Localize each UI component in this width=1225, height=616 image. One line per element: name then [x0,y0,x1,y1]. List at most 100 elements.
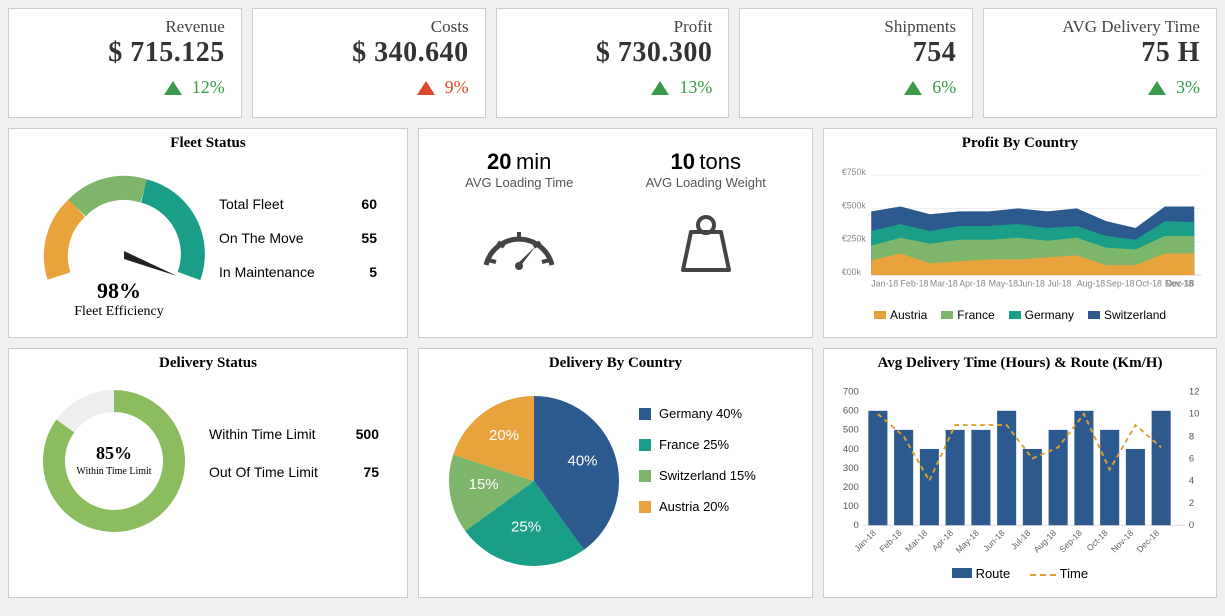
svg-text:€750k: €750k [842,167,867,177]
delivery-by-country-card: Delivery By Country 40% 25% 15% 20% Germany… [418,348,813,598]
bottom-row: Delivery Status 85% Within Time Limit Wi… [8,348,1217,598]
svg-text:Jun-18: Jun-18 [1018,279,1045,289]
avg-loading-weight: 10 tons AVG Loading Weight [646,149,766,285]
kpi-shipments: Shipments 754 6% [739,8,973,118]
kpi-value: 754 [756,37,956,69]
svg-text:Apr-18: Apr-18 [959,279,986,289]
card-title: Delivery Status [19,355,397,372]
svg-text:May-18: May-18 [954,528,981,555]
svg-text:15%: 15% [469,476,499,493]
avg-loading-time: 20 min AVG Loading Time [465,149,573,285]
svg-text:Jun-18: Jun-18 [981,528,1007,554]
svg-text:40%: 40% [567,452,597,469]
kpi-costs: Costs $ 340.640 9% [252,8,486,118]
svg-text:700: 700 [843,387,859,398]
svg-text:Oct-18: Oct-18 [1136,279,1163,289]
pie-legend: Germany 40%France 25%Switzerland 15%Aust… [639,376,802,576]
kpi-label: Shipments [756,17,956,37]
svg-text:12: 12 [1189,387,1200,398]
gauge-caption: Fleet Efficiency [19,304,219,320]
gauge-percent: 98% [19,278,219,304]
svg-text:10: 10 [1189,409,1200,420]
svg-text:4: 4 [1189,475,1195,486]
up-icon [417,81,435,95]
svg-text:0: 0 [854,520,859,531]
kpi-delta: 12% [25,77,225,98]
delivery-stats: Within Time Limit500 Out Of Time Limit75 [209,376,397,551]
middle-row: Fleet Status 98% Fleet Efficiency Total … [8,128,1217,338]
svg-text:100: 100 [843,501,859,512]
svg-text:Jan-18: Jan-18 [871,279,898,289]
kpi-delta: 3% [1000,77,1200,98]
kpi-label: Revenue [25,17,225,37]
svg-text:May-18: May-18 [989,279,1018,289]
card-title: Profit By Country [834,135,1206,152]
svg-text:Sep-18: Sep-18 [1057,528,1084,555]
kpi-label: Profit [513,17,713,37]
legend: Route Time [834,566,1206,581]
svg-text:Aug-18: Aug-18 [1032,528,1059,555]
kpi-row: Revenue $ 715.125 12% Costs $ 340.640 9%… [8,8,1217,118]
svg-text:20%: 20% [489,427,519,444]
svg-text:Feb-18: Feb-18 [877,528,903,554]
svg-text:€250k: €250k [842,234,867,244]
up-icon [651,81,669,95]
svg-text:€500k: €500k [842,200,867,210]
up-icon [1148,81,1166,95]
svg-text:Aug-18: Aug-18 [1077,279,1105,289]
kpi-value: $ 730.300 [513,37,713,69]
kpi-value: 75 H [1000,37,1200,69]
svg-text:25%: 25% [511,518,541,535]
svg-text:200: 200 [843,482,859,493]
svg-text:8: 8 [1189,431,1194,442]
kpi-profit: Profit $ 730.300 13% [496,8,730,118]
kpi-delta: 6% [756,77,956,98]
legend: Austria France Germany Switzerland [834,308,1206,322]
kpi-delta: 9% [269,77,469,98]
svg-text:Jul-18: Jul-18 [1047,279,1071,289]
svg-text:€00k: €00k [842,267,862,277]
donut: 85% Within Time Limit [19,376,209,551]
profit-by-country-card: Profit By Country €750k €500k €250k €00k… [823,128,1217,338]
svg-text:Jul-18: Jul-18 [1009,528,1033,552]
svg-text:2: 2 [1189,498,1194,509]
kpi-label: AVG Delivery Time [1000,17,1200,37]
svg-text:300: 300 [843,463,859,474]
loading-card: 20 min AVG Loading Time 10 tons AVG Load… [418,128,813,338]
card-title: Avg Delivery Time (Hours) & Route (Km/H) [834,355,1206,372]
svg-text:Apr-18: Apr-18 [930,528,955,553]
up-icon [904,81,922,95]
svg-text:400: 400 [843,444,859,455]
svg-text:500: 500 [843,425,859,436]
svg-text:85%: 85% [96,443,132,463]
kpi-revenue: Revenue $ 715.125 12% [8,8,242,118]
speedometer-icon [474,210,564,280]
svg-text:Feb-18: Feb-18 [901,279,929,289]
kpi-label: Costs [269,17,469,37]
combo-chart-card: Avg Delivery Time (Hours) & Route (Km/H)… [823,348,1217,598]
fleet-status-card: Fleet Status 98% Fleet Efficiency Total … [8,128,408,338]
svg-text:6: 6 [1189,453,1194,464]
card-title: Delivery By Country [429,355,802,372]
fleet-gauge: 98% Fleet Efficiency [19,156,219,348]
svg-text:Mar-18: Mar-18 [930,279,958,289]
svg-text:Nov-18: Nov-18 [1109,528,1136,555]
pie-chart: 40% 25% 15% 20% [429,376,639,576]
svg-text:Dec-18: Dec-18 [1135,528,1162,555]
svg-text:Mar-18: Mar-18 [903,528,929,554]
svg-text:0: 0 [1189,520,1194,531]
up-icon [164,81,182,95]
svg-text:Within Time Limit: Within Time Limit [76,466,151,477]
svg-text:600: 600 [843,406,859,417]
kpi-value: $ 340.640 [269,37,469,69]
svg-text:Oct-18: Oct-18 [1084,528,1109,553]
svg-text:Dec-18: Dec-18 [1166,279,1194,289]
area-chart: €750k €500k €250k €00k Jan-18Feb-18Mar-1… [834,156,1206,301]
weight-icon [671,210,741,280]
fleet-stats: Total Fleet60 On The Move55 In Maintenan… [219,156,397,348]
combo-chart: 700 600 500 400 300 200 100 0 12 10 8 6 4 2 0… [834,376,1206,561]
svg-text:Sep-18: Sep-18 [1106,279,1134,289]
delivery-status-card: Delivery Status 85% Within Time Limit Wi… [8,348,408,598]
card-title: Fleet Status [19,135,397,152]
svg-text:Jan-18: Jan-18 [852,528,878,554]
